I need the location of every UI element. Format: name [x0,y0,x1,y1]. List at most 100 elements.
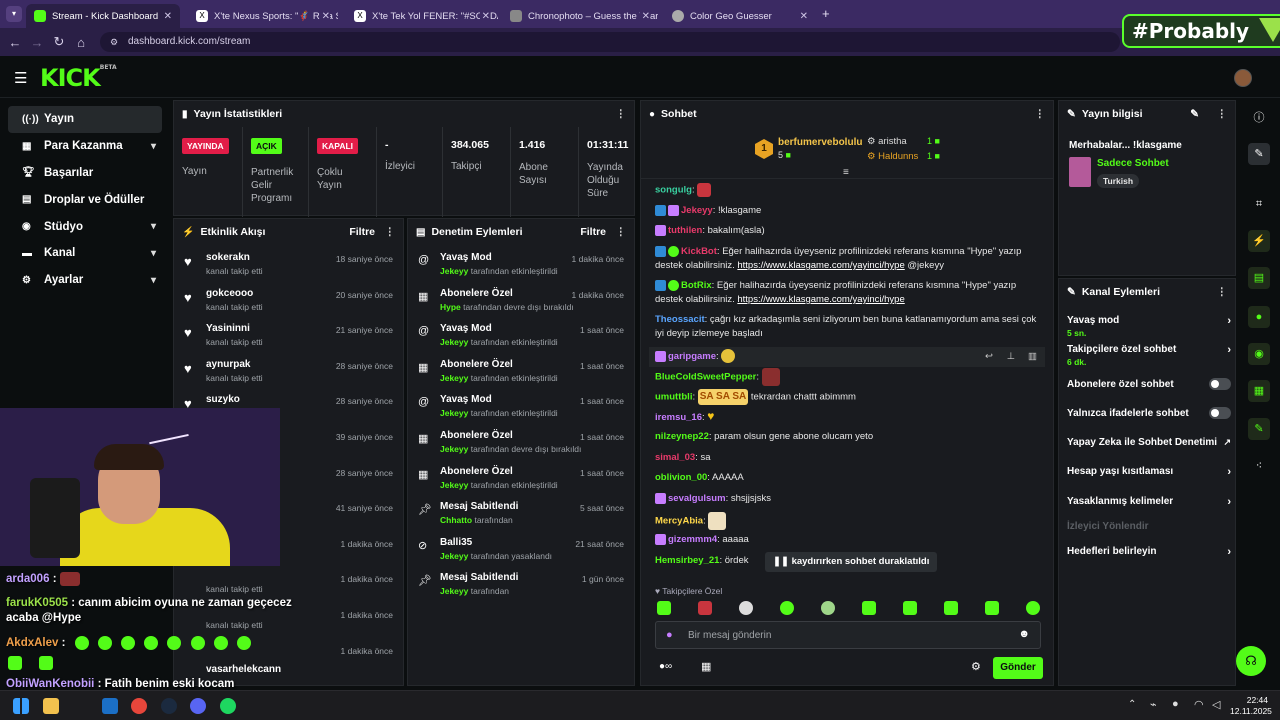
more-tools-icon[interactable]: ⁖ [1248,455,1270,477]
site-info-icon[interactable]: ⚙ [110,32,118,52]
emote[interactable] [821,601,835,615]
tag-badge[interactable]: Turkish [1097,174,1140,188]
forward-icon[interactable]: → [26,35,48,50]
close-icon[interactable]: ✕ [479,10,490,22]
network-icon[interactable]: ⌁ [1150,698,1157,711]
bolt-icon[interactable]: ⚡ [1248,230,1270,252]
close-icon[interactable]: ✕ [800,11,808,22]
close-icon[interactable]: ✕ [164,11,172,22]
trophy-icon: 🏆︎ [22,167,35,179]
tab-kick-dashboard[interactable]: Stream - Kick Dashboard ✕ [26,4,180,28]
clipboard-icon[interactable]: ▤ [1248,267,1270,289]
file-explorer-icon[interactable] [43,698,59,714]
steam-icon[interactable] [161,698,177,714]
filter-button[interactable]: Filtre [349,226,375,238]
capture-icon[interactable]: ⌗ [1248,193,1270,215]
followers-only-row[interactable]: Takipçilere özel sohbet 6 dk. › [1067,344,1231,367]
url-bar[interactable]: ⚙ dashboard.kick.com/stream [100,32,1120,52]
back-icon[interactable]: ← [4,35,26,50]
emote[interactable] [944,601,958,615]
profile-avatar[interactable] [1234,69,1252,87]
tab-menu-button[interactable]: ▾ [6,6,22,22]
tray-chevron-icon[interactable]: ⌃ [1128,699,1136,710]
sidebar-item-para-kazanma[interactable]: ▦ Para Kazanma ▾ [8,133,162,160]
wifi-icon[interactable]: ◠ [1194,698,1204,711]
slow-mode-row[interactable]: Yavaş mod 5 sn. › [1067,315,1231,338]
more-icon[interactable]: ⋮ [1035,108,1046,120]
reply-icon[interactable]: ↩ [985,347,993,367]
subscribers-only-toggle[interactable] [1209,378,1231,390]
chat-tools-icon[interactable]: ●∞ [659,661,672,672]
chat-bubble-icon[interactable]: ● [1248,306,1270,328]
emoji-icon[interactable]: ☻ [1018,628,1030,640]
category-thumbnail[interactable] [1069,157,1091,187]
home-icon[interactable]: ⌂ [70,35,92,50]
hamburger-menu-icon[interactable]: ☰ [14,69,27,87]
more-icon[interactable]: ⋮ [1217,108,1228,120]
tab-chronophoto[interactable]: Chronophoto – Guess the Year ✕ [502,4,658,28]
info-icon[interactable]: ⓘ [1248,107,1270,129]
filter-button[interactable]: Filtre [580,226,606,238]
tab-x-fener[interactable]: XX'te Tek Yol FENER: "#SONDAKİ✕ [346,4,498,28]
spotify-icon[interactable] [220,698,236,714]
discord-icon[interactable] [190,698,206,714]
ai-moderation-row[interactable]: Yapay Zeka ile Sohbet Denetimi ↗ [1067,437,1231,448]
reload-icon[interactable]: ↻ [48,34,70,50]
emote[interactable] [862,601,876,615]
more-icon[interactable]: ⋮ [1217,286,1228,298]
emote[interactable] [780,601,794,615]
more-icon[interactable]: ⋮ [385,226,396,238]
chart-icon: ▮ [182,108,188,120]
delete-icon[interactable]: ▥ [1028,347,1037,367]
sidebar-item-kanal[interactable]: ▬ Kanal ▾ [8,240,162,267]
edit-icon[interactable]: ✎ [1248,143,1270,165]
emote[interactable] [739,601,753,615]
chat-settings-icon[interactable]: ⚙ [971,660,981,673]
store-icon[interactable]: ▦ [701,660,711,673]
sidebar-item-ayarlar[interactable]: ⚙ Ayarlar ▾ [8,267,162,294]
volume-icon[interactable]: ◁ [1212,698,1220,711]
clock[interactable]: 22:44 12.11.2025 [1230,695,1272,717]
chrome-icon[interactable] [131,698,147,714]
emotes-only-toggle[interactable] [1209,407,1231,419]
set-goals-row[interactable]: Hedefleri belirleyin › [1067,546,1231,558]
edit-icon[interactable]: ✎ [1190,108,1199,120]
emote[interactable] [657,601,671,615]
more-icon[interactable]: ⋮ [616,226,627,238]
new-tab-button[interactable]: + [822,6,830,21]
microphone-tray-icon[interactable]: ● [1172,698,1179,710]
top-gifter-name[interactable]: berfumervebolulu [778,137,862,148]
broadcast-icon[interactable]: ◉ [1248,343,1270,365]
windows-start-icon[interactable] [13,698,29,714]
sidebar-item-droplar[interactable]: ▤ Droplar ve Ödüller [8,186,162,213]
moderation-icon[interactable]: ▦ [1248,380,1270,402]
collapse-icon[interactable]: ≡ [843,167,849,178]
outlook-icon[interactable] [102,698,118,714]
tab-x-nexus[interactable]: XX'te Nexus Sports: "🦸 Rafa Silva✕ [188,4,338,28]
close-icon[interactable]: ✕ [639,10,650,22]
sidebar-item-studyo[interactable]: ◉ Stüdyo ▾ [8,213,162,240]
banned-words-row[interactable]: Yasaklanmış kelimeler › [1067,496,1231,508]
chat-input[interactable]: ● Bir mesaj gönderin ☻ [655,621,1041,649]
emote[interactable] [1026,601,1040,615]
pin-icon[interactable]: ⊥ [1007,347,1015,367]
close-icon[interactable]: ✕ [319,10,330,22]
emote[interactable] [698,601,712,615]
account-age-row[interactable]: Hesap yaşı kısıtlaması › [1067,466,1231,478]
wrench-icon[interactable]: ✎ [1248,418,1270,440]
send-button[interactable]: Gönder [993,657,1043,679]
emote[interactable] [985,601,999,615]
chat-paused-notice[interactable]: ❚❚ kaydırırken sohbet duraklatıldı [765,552,938,572]
support-button[interactable]: ☊ [1236,646,1266,676]
chat-link[interactable]: https://www.klasgame.com/yayinci/hype [737,294,904,305]
sidebar-item-yayin[interactable]: ((·)) Yayın [8,106,162,133]
more-icon[interactable]: ⋮ [616,108,627,120]
tab-color-geo[interactable]: Color Geo Guesser ✕ [664,4,816,28]
chat-link[interactable]: https://www.klasgame.com/yayinci/hype [737,260,904,271]
sidebar-item-basarilar[interactable]: 🏆︎ Başarılar [8,160,162,187]
emote[interactable] [903,601,917,615]
kick-logo[interactable]: KICKBETA [40,64,117,92]
microphone-icon[interactable]: ● [666,629,673,641]
category-name[interactable]: Sadece Sohbet [1097,158,1169,169]
chat-panel: ● Sohbet ⋮ 1 berfumervebolulu 5 ■ ⚙ aristh… [640,100,1054,686]
